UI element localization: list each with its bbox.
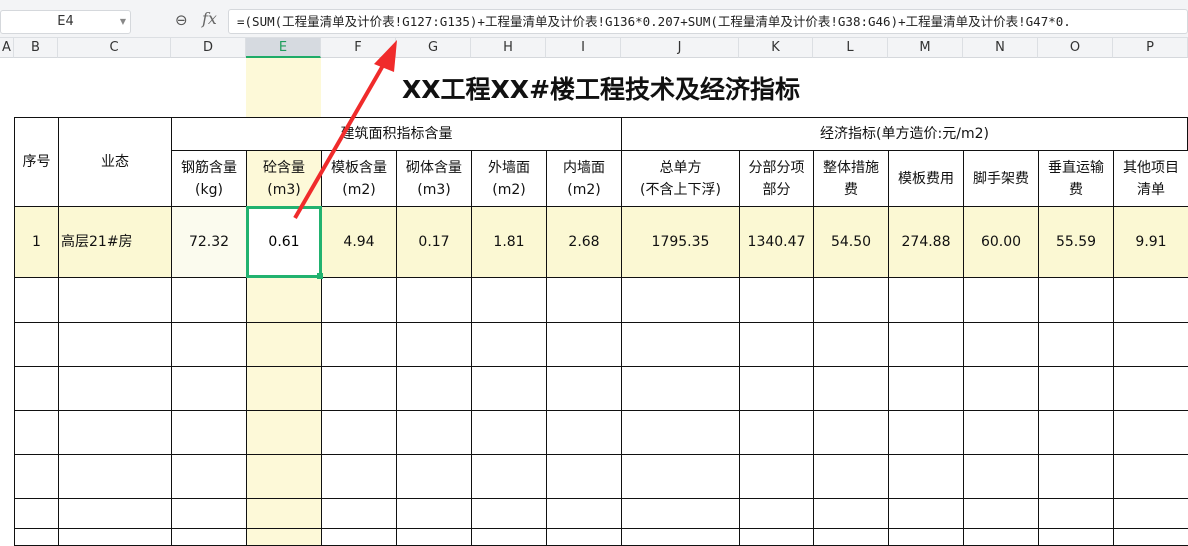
red-arrow-annotation bbox=[293, 40, 397, 219]
